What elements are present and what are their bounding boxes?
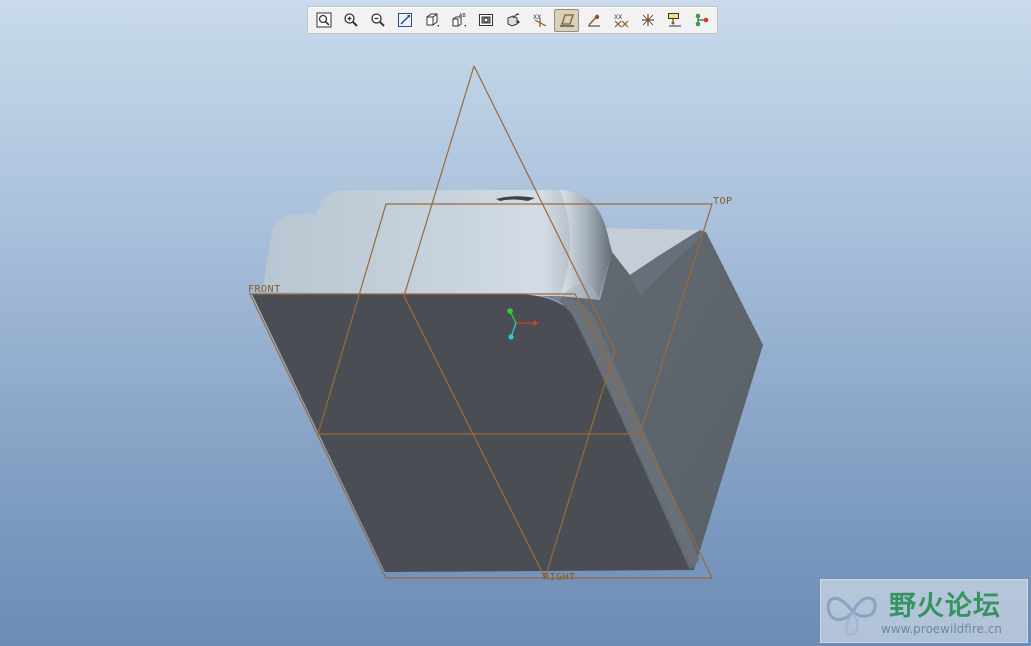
saved-views-icon: AB	[452, 13, 466, 27]
model-display-icon	[507, 13, 519, 27]
watermark-url: www.proewildfire.cn	[881, 622, 1002, 636]
right-datum-label: RIGHT	[543, 572, 576, 583]
network-icon	[695, 13, 708, 27]
orient-button[interactable]	[419, 9, 444, 32]
datum-point-display-icon: XX	[614, 14, 628, 28]
svg-text:AB: AB	[459, 13, 466, 19]
zoom-in-button[interactable]	[338, 9, 363, 32]
refit-icon	[316, 12, 331, 28]
zoom-out-button[interactable]	[365, 9, 390, 32]
model-display-button[interactable]	[500, 9, 525, 32]
svg-text:XX: XX	[614, 14, 622, 21]
graphics-window[interactable]: FRONT TOP RIGHT AB XX XX 野火论坛 www.proewi…	[0, 0, 1031, 646]
zoom-in-icon	[343, 13, 358, 27]
model-canvas[interactable]: FRONT TOP RIGHT	[0, 0, 1031, 646]
network-button[interactable]	[689, 9, 714, 32]
repaint-icon	[397, 13, 412, 27]
datum-axis-display-icon: XX	[533, 14, 546, 27]
view-toolbar: AB XX XX	[307, 6, 718, 34]
front-datum-label: FRONT	[248, 284, 281, 295]
saved-views-button[interactable]: AB	[446, 9, 471, 32]
watermark-title: 野火论坛	[889, 591, 1001, 622]
coordinate-system-display-icon	[641, 14, 654, 26]
zoom-out-icon	[370, 13, 385, 27]
forum-watermark: 野火论坛 www.proewildfire.cn	[820, 579, 1028, 643]
repaint-button[interactable]	[392, 9, 417, 32]
datum-plane-display-icon	[559, 14, 574, 27]
butterfly-logo-icon	[826, 596, 877, 636]
refit-button[interactable]	[311, 9, 336, 32]
datum-plane-display-button[interactable]	[554, 8, 579, 32]
coordinate-system-display-button[interactable]	[635, 9, 660, 32]
datum-axis-display-button[interactable]: XX	[527, 9, 552, 32]
spin-center-icon	[587, 14, 600, 27]
annotation-display-icon	[667, 13, 681, 27]
datum-point-display-button[interactable]: XX	[608, 9, 633, 32]
annotation-display-button[interactable]	[662, 9, 687, 32]
spin-center-button[interactable]	[581, 9, 606, 32]
layers-icon	[478, 14, 493, 26]
orient-icon	[426, 13, 439, 27]
model-top-face[interactable]	[262, 190, 612, 300]
layers-button[interactable]	[473, 9, 498, 32]
top-datum-label: TOP	[713, 196, 733, 207]
